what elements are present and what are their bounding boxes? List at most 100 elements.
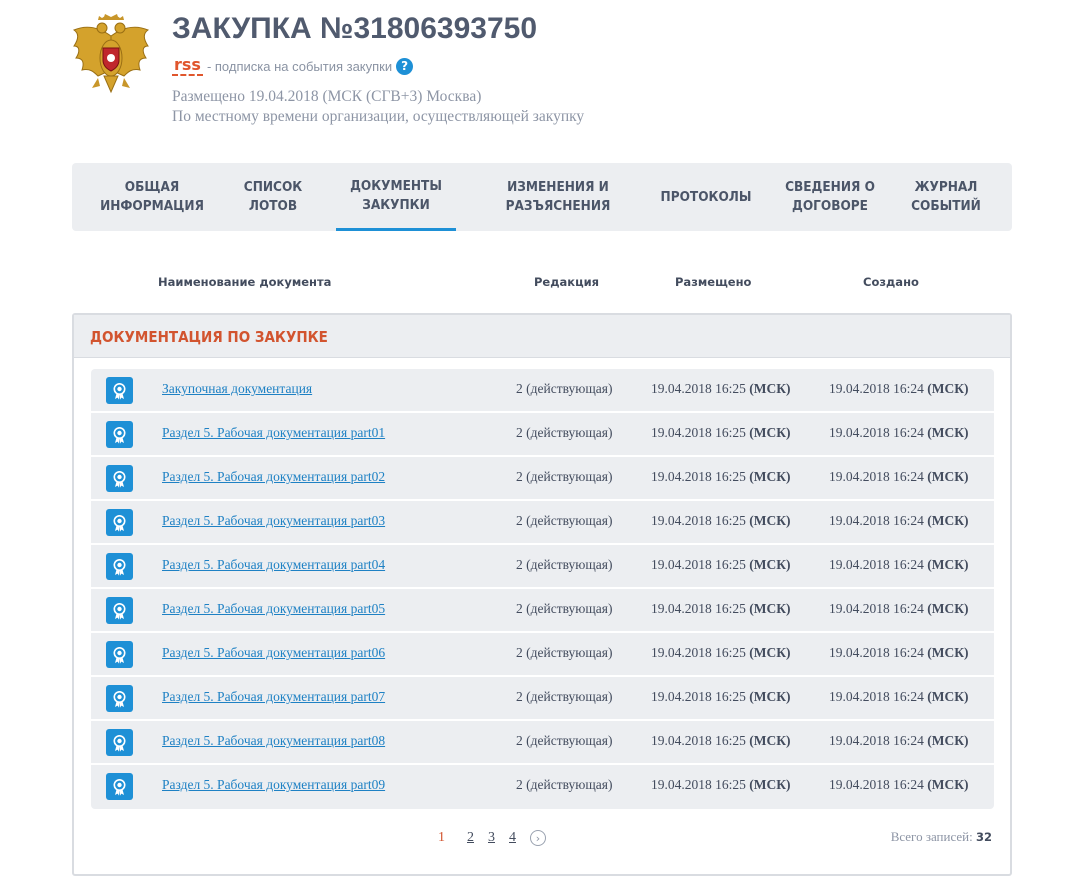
documents-section: ДОКУМЕНТАЦИЯ ПО ЗАКУПКЕ Закупочная докум… [72, 313, 1012, 876]
document-created: 19.04.2018 16:24 (МСК) [829, 557, 969, 573]
document-created: 19.04.2018 16:24 (МСК) [829, 689, 969, 705]
document-link[interactable]: Раздел 5. Рабочая документация part09 [162, 777, 385, 793]
document-posted: 19.04.2018 16:25 (МСК) [651, 645, 791, 661]
posted-datetime: 19.04.2018 16:25 [651, 733, 746, 748]
posted-datetime: 19.04.2018 16:25 [651, 513, 746, 528]
posted-datetime: 19.04.2018 16:25 [651, 601, 746, 616]
posted-datetime: 19.04.2018 16:25 [651, 381, 746, 396]
timezone-note: По местному времени организации, осущест… [172, 108, 585, 125]
document-created: 19.04.2018 16:24 (МСК) [829, 601, 969, 617]
rss-description: - подписка на события закупки [206, 58, 393, 74]
document-edition: 2 (действующая) [516, 513, 613, 528]
created-timezone: (МСК) [927, 645, 969, 660]
posted-datetime: 19.04.2018 16:25 [651, 777, 746, 792]
document-link[interactable]: Раздел 5. Рабочая документация part05 [162, 601, 385, 617]
created-timezone: (МСК) [927, 601, 969, 616]
document-link[interactable]: Раздел 5. Рабочая документация part02 [162, 469, 385, 485]
document-link[interactable]: Раздел 5. Рабочая документация part08 [162, 733, 385, 749]
tab-lots-list[interactable]: СПИСОК ЛОТОВ [222, 163, 324, 231]
document-row: Раздел 5. Рабочая документация part05 2 (… [91, 589, 994, 633]
section-title: ДОКУМЕНТАЦИЯ ПО ЗАКУПКЕ [90, 328, 328, 346]
document-link[interactable]: Раздел 5. Рабочая документация part04 [162, 557, 385, 573]
document-created: 19.04.2018 16:24 (МСК) [829, 733, 969, 749]
column-header-created: Создано [863, 275, 919, 289]
certificate-icon [106, 421, 133, 448]
document-link[interactable]: Раздел 5. Рабочая документация part01 [162, 425, 385, 441]
tab-event-log[interactable]: ЖУРНАЛ СОБЫТИЙ [898, 163, 994, 231]
document-edition: 2 (действующая) [516, 381, 613, 396]
document-posted: 19.04.2018 16:25 (МСК) [651, 689, 791, 705]
help-icon[interactable]: ? [396, 57, 414, 75]
rss-subscription: rss - подписка на события закупки ? [172, 56, 414, 76]
posted-datetime: 19.04.2018 16:25 [651, 645, 746, 660]
posted-timezone: (МСК) [749, 601, 791, 616]
document-edition: 2 (действующая) [516, 469, 613, 484]
posted-timezone: (МСК) [749, 689, 791, 704]
section-header: ДОКУМЕНТАЦИЯ ПО ЗАКУПКЕ [74, 315, 1010, 358]
certificate-icon [106, 685, 133, 712]
document-created: 19.04.2018 16:24 (МСК) [829, 513, 969, 529]
document-created: 19.04.2018 16:24 (МСК) [829, 777, 969, 793]
document-row: Раздел 5. Рабочая документация part09 2 (… [91, 765, 994, 809]
posted-datetime: 19.04.2018 16:25 [651, 469, 746, 484]
page-link-1[interactable]: 1 [438, 830, 445, 846]
document-row: Раздел 5. Рабочая документация part02 2 (… [91, 457, 994, 501]
document-posted: 19.04.2018 16:25 (МСК) [651, 733, 791, 749]
document-created: 19.04.2018 16:24 (МСК) [829, 425, 969, 441]
created-datetime: 19.04.2018 16:24 [829, 513, 924, 528]
document-row: Раздел 5. Рабочая документация part08 2 (… [91, 721, 994, 765]
created-timezone: (МСК) [927, 513, 969, 528]
document-row: Раздел 5. Рабочая документация part07 2 (… [91, 677, 994, 721]
created-timezone: (МСК) [927, 425, 969, 440]
tab-purchase-documents[interactable]: ДОКУМЕНТЫ ЗАКУПКИ [336, 163, 456, 231]
posted-datetime: 19.04.2018 16:25 [651, 425, 746, 440]
tab-changes-clarifications[interactable]: ИЗМЕНЕНИЯ И РАЗЪЯСНЕНИЯ [486, 163, 630, 231]
tab-contract-info[interactable]: СВЕДЕНИЯ О ДОГОВОРЕ [772, 163, 888, 231]
posted-timezone: (МСК) [749, 425, 791, 440]
column-header-edition: Редакция [534, 275, 600, 289]
document-created: 19.04.2018 16:24 (МСК) [829, 381, 969, 397]
rss-link[interactable]: rss [172, 56, 203, 76]
documents-list: Закупочная документация 2 (действующая) 19… [91, 369, 994, 809]
pagination: 1 2 3 4 › [438, 829, 546, 847]
column-header-name: Наименование документа [158, 275, 332, 289]
page-link-2[interactable]: 2 [467, 830, 474, 846]
created-datetime: 19.04.2018 16:24 [829, 645, 924, 660]
posted-datetime: 19.04.2018 16:25 [651, 689, 746, 704]
certificate-icon [106, 729, 133, 756]
document-posted: 19.04.2018 16:25 (МСК) [651, 777, 791, 793]
posted-timezone: (МСК) [749, 777, 791, 792]
created-datetime: 19.04.2018 16:24 [829, 601, 924, 616]
page-link-3[interactable]: 3 [488, 830, 495, 846]
tab-general-info[interactable]: ОБЩАЯ ИНФОРМАЦИЯ [92, 163, 212, 231]
certificate-icon [106, 509, 133, 536]
document-posted: 19.04.2018 16:25 (МСК) [651, 513, 791, 529]
posted-timezone: (МСК) [749, 557, 791, 572]
created-timezone: (МСК) [927, 469, 969, 484]
document-row: Раздел 5. Рабочая документация part03 2 (… [91, 501, 994, 545]
document-posted: 19.04.2018 16:25 (МСК) [651, 381, 791, 397]
document-created: 19.04.2018 16:24 (МСК) [829, 469, 969, 485]
tab-protocols[interactable]: ПРОТОКОЛЫ [650, 163, 762, 231]
created-datetime: 19.04.2018 16:24 [829, 777, 924, 792]
created-timezone: (МСК) [927, 689, 969, 704]
chevron-right-icon[interactable]: › [530, 830, 546, 846]
document-edition: 2 (действующая) [516, 645, 613, 660]
document-created: 19.04.2018 16:24 (МСК) [829, 645, 969, 661]
document-row: Раздел 5. Рабочая документация part06 2 (… [91, 633, 994, 677]
document-edition: 2 (действующая) [516, 557, 613, 572]
created-timezone: (МСК) [927, 557, 969, 572]
document-link[interactable]: Раздел 5. Рабочая документация part07 [162, 689, 385, 705]
posted-timezone: (МСК) [749, 381, 791, 396]
created-datetime: 19.04.2018 16:24 [829, 557, 924, 572]
certificate-icon [106, 553, 133, 580]
document-link[interactable]: Закупочная документация [162, 381, 312, 397]
page-link-4[interactable]: 4 [509, 830, 516, 846]
posted-timezone: (МСК) [749, 733, 791, 748]
total-label: Всего записей: [890, 829, 973, 844]
created-datetime: 19.04.2018 16:24 [829, 733, 924, 748]
document-posted: 19.04.2018 16:25 (МСК) [651, 425, 791, 441]
document-link[interactable]: Раздел 5. Рабочая документация part06 [162, 645, 385, 661]
document-row: Закупочная документация 2 (действующая) 19… [91, 369, 994, 413]
document-link[interactable]: Раздел 5. Рабочая документация part03 [162, 513, 385, 529]
